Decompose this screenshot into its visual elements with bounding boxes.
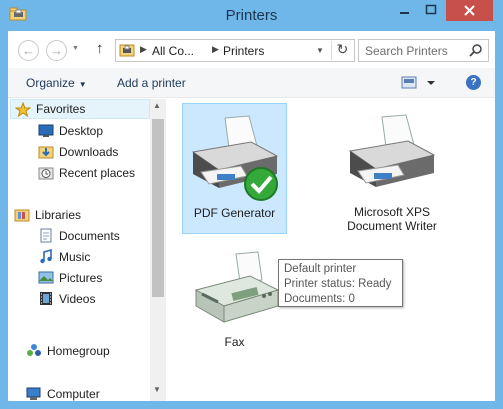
nav-item-libraries[interactable]: Libraries bbox=[14, 205, 148, 225]
device-name: Fax bbox=[224, 335, 245, 349]
nav-item-downloads[interactable]: Downloads bbox=[38, 142, 148, 162]
nav-item-pictures[interactable]: Pictures bbox=[38, 268, 148, 288]
window-frame-bottom bbox=[0, 401, 503, 409]
chevron-down-icon[interactable]: ▼ bbox=[153, 385, 161, 394]
nav-item-label: Desktop bbox=[59, 124, 104, 138]
nav-item-label: Documents bbox=[59, 229, 120, 243]
printer-icon bbox=[348, 114, 436, 187]
music-icon bbox=[40, 249, 52, 264]
star-icon bbox=[15, 102, 31, 117]
forward-button[interactable]: → bbox=[46, 40, 67, 61]
address-bar[interactable]: ▶ All Co... ▶ Printers ▼ ↻ bbox=[115, 39, 355, 62]
downloads-icon bbox=[38, 146, 54, 159]
default-checkmark-icon bbox=[244, 167, 278, 201]
add-printer-button[interactable]: Add a printer bbox=[117, 76, 186, 90]
nav-item-label: Libraries bbox=[35, 208, 82, 222]
help-button[interactable]: ? bbox=[466, 75, 481, 90]
computer-icon bbox=[26, 387, 41, 400]
desktop-icon bbox=[38, 124, 54, 137]
nav-item-label: Computer bbox=[47, 387, 100, 401]
up-button[interactable]: ↑ bbox=[96, 40, 104, 57]
address-row: ← → ▼ ↑ ▶ All Co... ▶ Printers ▼ ↻ Searc… bbox=[8, 31, 495, 68]
recent-places-icon bbox=[38, 167, 54, 180]
arrow-up-icon: ↑ bbox=[96, 40, 104, 57]
navigation-pane: Favorites Desktop Downloads Recent place… bbox=[8, 99, 166, 401]
explorer-body: ← → ▼ ↑ ▶ All Co... ▶ Printers ▼ ↻ Searc… bbox=[8, 31, 495, 401]
breadcrumb-separator: ▶ bbox=[212, 44, 219, 54]
nav-item-videos[interactable]: Videos bbox=[38, 289, 148, 309]
refresh-button[interactable]: ↻ bbox=[331, 41, 353, 60]
maximize-button[interactable] bbox=[418, 0, 445, 21]
address-dropdown-button[interactable]: ▼ bbox=[316, 46, 324, 55]
nav-item-homegroup[interactable]: Homegroup bbox=[26, 341, 148, 361]
nav-pane-scrollbar[interactable]: ▲ ▼ bbox=[150, 99, 166, 401]
breadcrumb-all-control-panel[interactable]: All Co... bbox=[152, 44, 194, 58]
nav-item-label: Homegroup bbox=[47, 344, 110, 358]
tooltip-printer-status: Printer status: Ready bbox=[284, 278, 392, 290]
device-name: Microsoft XPS Document Writer bbox=[347, 205, 437, 233]
minimize-button[interactable] bbox=[391, 0, 418, 21]
nav-item-desktop[interactable]: Desktop bbox=[38, 121, 148, 141]
nav-item-recent-places[interactable]: Recent places bbox=[38, 163, 148, 183]
control-panel-icon bbox=[119, 44, 135, 57]
tooltip-default-printer: Default printer bbox=[284, 263, 357, 275]
device-tooltip: Default printer Printer status: Ready Do… bbox=[278, 259, 403, 307]
pictures-icon bbox=[38, 271, 54, 284]
scrollbar-thumb[interactable] bbox=[152, 119, 164, 297]
command-bar: Organize ▼ Add a printer ? bbox=[8, 68, 495, 98]
help-icon: ? bbox=[470, 77, 477, 88]
nav-item-label: Favorites bbox=[36, 102, 86, 116]
nav-item-label: Recent places bbox=[59, 166, 136, 180]
libraries-icon bbox=[14, 209, 30, 222]
tooltip-documents: Documents: 0 bbox=[284, 293, 355, 305]
chevron-up-icon[interactable]: ▲ bbox=[153, 101, 161, 110]
nav-item-documents[interactable]: Documents bbox=[38, 226, 148, 246]
arrow-right-icon: → bbox=[50, 43, 63, 58]
close-button[interactable] bbox=[446, 0, 493, 21]
title-bar[interactable]: Printers bbox=[0, 0, 503, 31]
back-button[interactable]: ← bbox=[18, 40, 39, 61]
fax-icon bbox=[194, 251, 280, 323]
search-icon bbox=[469, 44, 482, 57]
organize-menu-button[interactable]: Organize ▼ bbox=[26, 76, 87, 90]
chevron-down-icon: ▼ bbox=[78, 80, 87, 89]
search-input[interactable]: Search Printers bbox=[365, 44, 448, 58]
explorer-window: Printers ← → ▼ ↑ ▶ All Co... ▶ Printers … bbox=[0, 0, 503, 409]
nav-item-label: Music bbox=[59, 250, 91, 264]
change-view-button[interactable] bbox=[399, 74, 437, 92]
devices-view: PDF Generator Microsoft XPS Document Wri… bbox=[166, 99, 495, 401]
search-box[interactable]: Search Printers bbox=[358, 39, 489, 62]
nav-item-favorites[interactable]: Favorites bbox=[10, 99, 150, 119]
videos-icon bbox=[40, 292, 52, 305]
nav-item-label: Pictures bbox=[59, 271, 103, 285]
nav-item-label: Downloads bbox=[59, 145, 119, 159]
breadcrumb-printers[interactable]: Printers bbox=[223, 44, 264, 58]
homegroup-icon bbox=[27, 344, 41, 356]
recent-locations-dropdown[interactable]: ▼ bbox=[72, 45, 79, 52]
device-microsoft-xps-document-writer[interactable]: Microsoft XPS Document Writer bbox=[332, 103, 452, 234]
nav-item-music[interactable]: Music bbox=[38, 247, 148, 267]
nav-item-label: Videos bbox=[59, 292, 96, 306]
arrow-left-icon: ← bbox=[22, 43, 35, 58]
refresh-icon: ↻ bbox=[336, 41, 349, 57]
documents-icon bbox=[40, 228, 52, 243]
organize-label: Organize bbox=[26, 76, 75, 90]
device-name: PDF Generator bbox=[193, 206, 276, 220]
device-pdf-generator[interactable]: PDF Generator bbox=[182, 103, 287, 234]
device-fax[interactable]: Fax bbox=[182, 242, 287, 357]
breadcrumb-separator: ▶ bbox=[140, 44, 147, 54]
